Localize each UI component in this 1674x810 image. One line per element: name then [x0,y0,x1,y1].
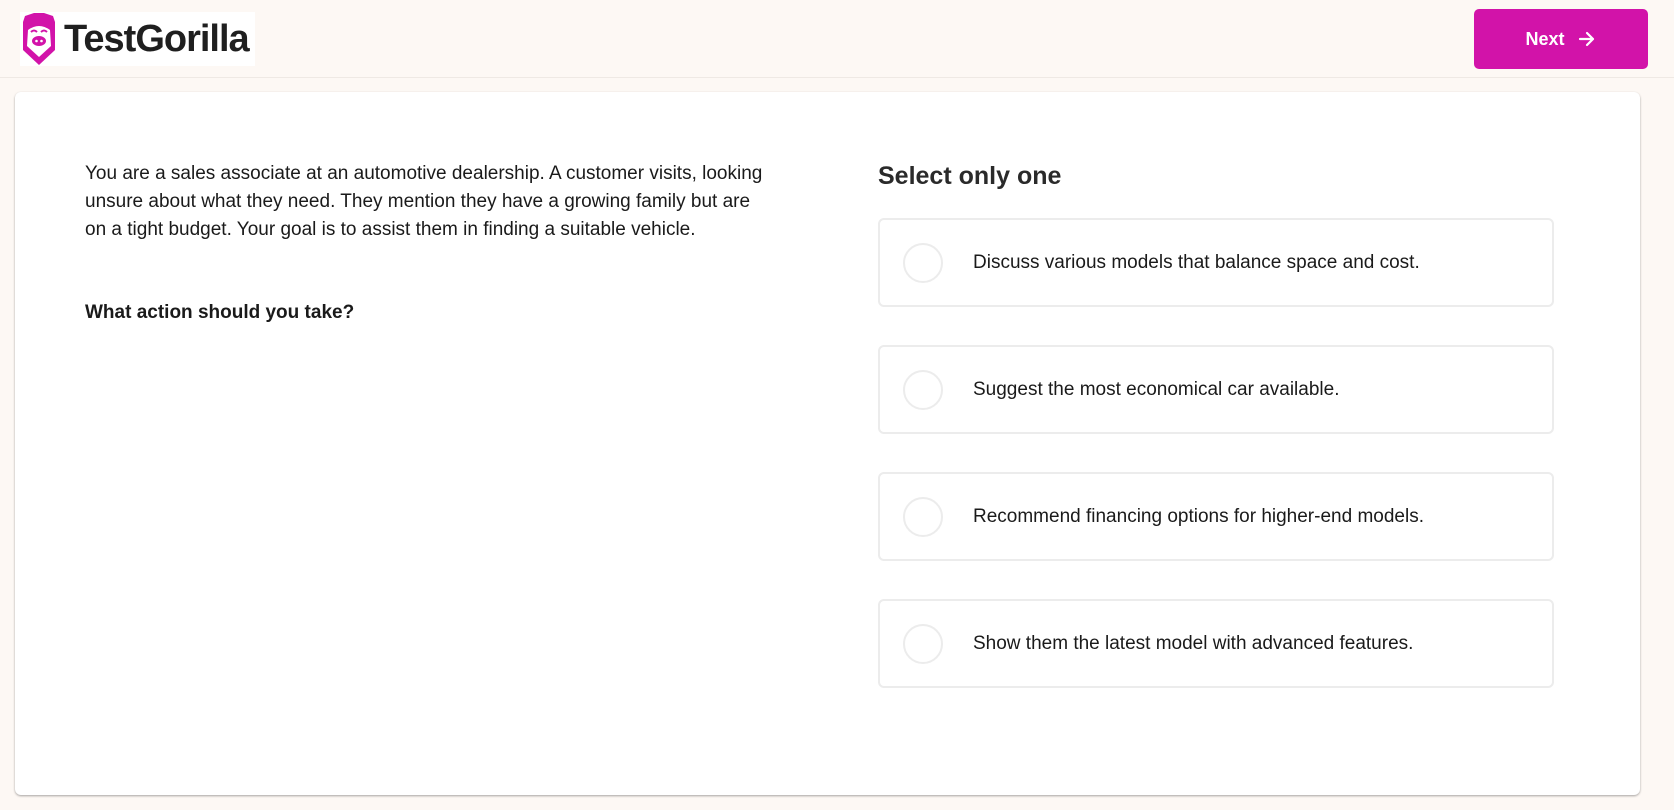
brand-name: TestGorilla [64,17,250,60]
radio-button[interactable] [903,623,943,664]
answer-option[interactable]: Recommend financing options for higher-e… [878,472,1554,561]
radio-button[interactable] [903,242,943,283]
answer-option[interactable]: Discuss various models that balance spac… [878,218,1554,307]
radio-button[interactable] [903,496,943,537]
answer-option[interactable]: Suggest the most economical car availabl… [878,345,1554,434]
answer-option[interactable]: Show them the latest model with advanced… [878,599,1554,688]
gorilla-logo-icon [23,13,55,65]
select-instruction: Select only one [878,162,1062,190]
top-bar: TestGorilla Next [0,0,1674,78]
arrow-right-icon [1578,31,1594,47]
next-button[interactable]: Next [1474,9,1648,69]
next-button-label: Next [1525,28,1565,49]
answer-option-label: Show them the latest model with advanced… [973,632,1414,654]
question-prompt: What action should you take? [85,302,355,323]
question-card: You are a sales associate at an automoti… [15,92,1640,795]
answer-option-label: Discuss various models that balance spac… [973,251,1420,273]
answer-options: Discuss various models that balance spac… [878,218,1554,726]
brand-logo[interactable]: TestGorilla [20,12,255,66]
radio-button[interactable] [903,369,943,410]
answer-option-label: Suggest the most economical car availabl… [973,378,1340,400]
answer-option-label: Recommend financing options for higher-e… [973,505,1424,527]
question-scenario: You are a sales associate at an automoti… [85,163,763,240]
